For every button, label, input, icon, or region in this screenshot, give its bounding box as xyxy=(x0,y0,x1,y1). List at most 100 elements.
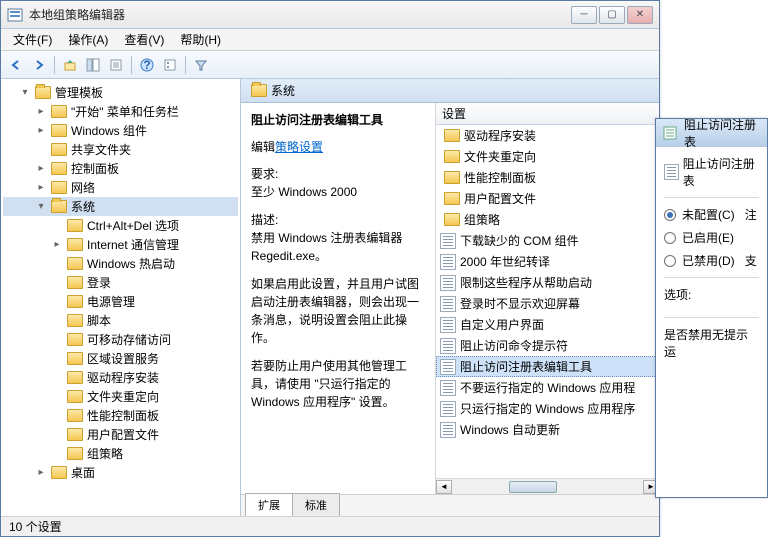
radio-label: 未配置(C) xyxy=(682,206,735,223)
list-item[interactable]: 阻止访问注册表编辑工具 xyxy=(436,356,659,377)
forward-button[interactable] xyxy=(28,54,50,76)
scroll-left-button[interactable]: ◄ xyxy=(436,480,452,494)
list-header[interactable]: 设置 xyxy=(436,103,659,125)
radio-icon xyxy=(664,209,676,221)
dialog-titlebar[interactable]: 阻止访问注册表 xyxy=(656,119,767,147)
tree-item[interactable]: 用户配置文件 xyxy=(3,425,238,444)
scroll-track[interactable] xyxy=(452,480,643,494)
desc-p2: 若要防止用户使用其他管理工具，请使用 "只运行指定的 Windows 应用程序"… xyxy=(251,357,425,411)
folder-icon xyxy=(67,409,83,422)
minimize-button[interactable]: ─ xyxy=(571,6,597,24)
tree-item[interactable]: ▸控制面板 xyxy=(3,159,238,178)
back-button[interactable] xyxy=(5,54,27,76)
expand-icon[interactable]: ▸ xyxy=(35,182,47,193)
tree-label: 可移动存储访问 xyxy=(87,331,171,348)
tree-item[interactable]: Windows 热启动 xyxy=(3,254,238,273)
desc-label: 描述: xyxy=(251,213,278,227)
expand-icon[interactable]: ▸ xyxy=(35,467,47,478)
tree-item[interactable]: ▾ 管理模板 xyxy=(3,83,238,102)
maximize-button[interactable]: ▢ xyxy=(599,6,625,24)
tree-item[interactable]: ▸网络 xyxy=(3,178,238,197)
up-button[interactable] xyxy=(59,54,81,76)
list-item[interactable]: 下载缺少的 COM 组件 xyxy=(436,230,659,251)
list-item[interactable]: 性能控制面板 xyxy=(436,167,659,188)
folder-icon xyxy=(67,447,83,460)
tree-item[interactable]: ▾系统 xyxy=(3,197,238,216)
tree-item[interactable]: 脚本 xyxy=(3,311,238,330)
tree-item[interactable]: 共享文件夹 xyxy=(3,140,238,159)
tree-item[interactable]: 性能控制面板 xyxy=(3,406,238,425)
list-item[interactable]: 文件夹重定向 xyxy=(436,146,659,167)
list-item[interactable]: Windows 自动更新 xyxy=(436,419,659,440)
tab-standard[interactable]: 标准 xyxy=(292,493,340,516)
folder-icon xyxy=(67,219,83,232)
tree-item[interactable]: ▸Internet 通信管理 xyxy=(3,235,238,254)
req-value: 至少 Windows 2000 xyxy=(251,185,357,199)
tree-label: "开始" 菜单和任务栏 xyxy=(71,103,179,120)
expand-icon[interactable]: ▸ xyxy=(35,125,47,136)
tree-label: 脚本 xyxy=(87,312,111,329)
menu-file[interactable]: 文件(F) xyxy=(5,29,60,50)
list-item[interactable]: 登录时不显示欢迎屏幕 xyxy=(436,293,659,314)
horizontal-scrollbar[interactable]: ◄ ► xyxy=(436,478,659,494)
radio-enabled[interactable]: 已启用(E) xyxy=(664,229,759,246)
menu-help[interactable]: 帮助(H) xyxy=(172,29,229,50)
tree-pane[interactable]: ▾ 管理模板 ▸ "开始" 菜单和任务栏 ▸ Windows 组件共享文件夹▸控制面板▸网… xyxy=(1,79,241,516)
tree-label: 电源管理 xyxy=(87,293,135,310)
tree-item[interactable]: Ctrl+Alt+Del 选项 xyxy=(3,216,238,235)
tree-label: 管理模板 xyxy=(55,84,103,101)
dialog-title: 阻止访问注册表 xyxy=(684,118,761,150)
tree-item[interactable]: 区域设置服务 xyxy=(3,349,238,368)
desc-p1: 如果启用此设置，并且用户试图启动注册表编辑器，则会出现一条消息，说明设置会阻止此… xyxy=(251,275,425,347)
close-button[interactable]: ✕ xyxy=(627,6,653,24)
list-item[interactable]: 不要运行指定的 Windows 应用程 xyxy=(436,377,659,398)
list-item[interactable]: 组策略 xyxy=(436,209,659,230)
help-button[interactable]: ? xyxy=(136,54,158,76)
policy-icon xyxy=(664,164,679,180)
expand-icon[interactable]: ▸ xyxy=(51,239,63,250)
list-item[interactable]: 阻止访问命令提示符 xyxy=(436,335,659,356)
list-item[interactable]: 自定义用户界面 xyxy=(436,314,659,335)
show-tree-button[interactable] xyxy=(82,54,104,76)
expand-icon[interactable]: ▸ xyxy=(35,163,47,174)
list-item[interactable]: 只运行指定的 Windows 应用程序 xyxy=(436,398,659,419)
tree-item[interactable]: 登录 xyxy=(3,273,238,292)
policy-icon xyxy=(440,401,456,417)
radio-disabled[interactable]: 已禁用(D) 支 xyxy=(664,252,759,269)
tree-item[interactable]: 组策略 xyxy=(3,444,238,463)
tab-extended[interactable]: 扩展 xyxy=(245,493,293,516)
menu-view[interactable]: 查看(V) xyxy=(116,29,172,50)
menu-action[interactable]: 操作(A) xyxy=(60,29,116,50)
status-text: 10 个设置 xyxy=(9,518,62,535)
filter-button[interactable] xyxy=(190,54,212,76)
tree-item[interactable]: 文件夹重定向 xyxy=(3,387,238,406)
policy-icon xyxy=(440,233,456,249)
expand-icon[interactable]: ▾ xyxy=(35,201,47,212)
export-button[interactable] xyxy=(105,54,127,76)
properties-button[interactable] xyxy=(159,54,181,76)
policy-icon xyxy=(440,380,456,396)
tree-item[interactable]: 驱动程序安装 xyxy=(3,368,238,387)
edit-policy-link[interactable]: 策略设置 xyxy=(275,138,323,155)
radio-not-configured[interactable]: 未配置(C) 注 xyxy=(664,206,759,223)
tree-label: 驱动程序安装 xyxy=(87,369,159,386)
scroll-thumb[interactable] xyxy=(509,481,557,493)
radio-label: 已启用(E) xyxy=(682,229,734,246)
list-item[interactable]: 2000 年世纪转译 xyxy=(436,251,659,272)
folder-icon xyxy=(51,162,67,175)
titlebar[interactable]: 本地组策略编辑器 ─ ▢ ✕ xyxy=(1,1,659,29)
expand-icon[interactable]: ▸ xyxy=(35,106,47,117)
tree-item[interactable]: ▸ Windows 组件 xyxy=(3,121,238,140)
list-item[interactable]: 用户配置文件 xyxy=(436,188,659,209)
tree-label: Windows 组件 xyxy=(71,122,147,139)
list-body[interactable]: 驱动程序安装文件夹重定向性能控制面板用户配置文件组策略下载缺少的 COM 组件2… xyxy=(436,125,659,478)
list-item[interactable]: 驱动程序安装 xyxy=(436,125,659,146)
tree-item[interactable]: ▸ "开始" 菜单和任务栏 xyxy=(3,102,238,121)
support-label: 支 xyxy=(745,252,757,269)
tree-item[interactable]: 电源管理 xyxy=(3,292,238,311)
tree-item[interactable]: 可移动存储访问 xyxy=(3,330,238,349)
req-label: 要求: xyxy=(251,167,278,181)
list-item[interactable]: 限制这些程序从帮助启动 xyxy=(436,272,659,293)
tree-item[interactable]: ▸桌面 xyxy=(3,463,238,482)
expand-icon[interactable]: ▾ xyxy=(19,87,31,98)
